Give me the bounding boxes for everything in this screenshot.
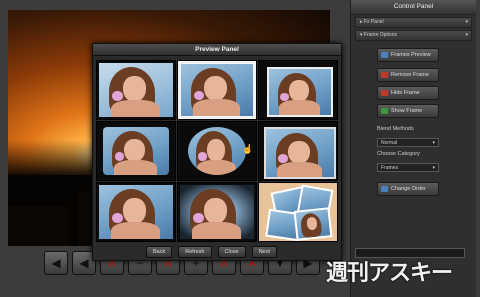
frame-thumbnail[interactable] [177,60,257,120]
chevron-down-icon: ▾ [465,19,468,25]
select-value: Frames [381,165,398,171]
select-value: Normal [381,140,398,146]
change-order-button[interactable]: Change Order [377,182,439,196]
frame-thumbnail[interactable] [177,182,257,242]
hide-icon [381,90,388,96]
frame-thumbnail[interactable] [96,60,176,120]
preview-panel-buttons: Back Refresh Close Next [146,246,277,258]
frame-thumbnail-selected[interactable] [258,182,338,242]
remove-frame-button[interactable]: Remove Frame [377,68,439,82]
next-button[interactable]: Next [251,246,277,258]
control-panel-title: Control Panel [351,0,476,15]
change-order-icon [381,186,388,192]
hide-frame-button[interactable]: Hide Frame [377,86,439,100]
blend-methods-label: Blend Methods [377,126,414,132]
remove-icon [381,72,388,78]
frame-thumbnail[interactable] [258,121,338,181]
button-label: Hide Frame [391,90,420,96]
choose-category-label: Choose Category [377,151,420,157]
frame-thumbnail[interactable] [96,121,176,181]
frames-preview-button[interactable]: Frames Preview [377,48,439,62]
close-button[interactable]: Close [217,246,246,258]
frames-preview-icon [381,52,388,58]
control-panel: Control Panel ▸ Fx Panel ▾ ▾ Frame Optio… [350,0,476,297]
frame-thumbnail[interactable] [96,182,176,242]
refresh-button[interactable]: Refresh [178,246,212,258]
accordion-label: Frame Options [363,32,397,38]
button-label: Show Frame [391,108,423,114]
button-label: Remove Frame [391,72,429,78]
blend-methods-select[interactable]: Normal ▾ [377,138,439,147]
choose-category-select[interactable]: Frames ▾ [377,163,439,172]
arrow-left-icon[interactable]: ◀ [44,251,68,275]
preview-panel-dialog: Preview Panel ☝ Back Refresh Close Next [92,43,342,261]
accordion-label: Fx Panel [363,19,384,25]
cursor-icon: ☝ [242,144,254,154]
watermark-logo: 週刊アスキー [326,261,453,286]
show-frame-button[interactable]: Show Frame [377,104,439,118]
chevron-down-icon: ▾ [432,140,435,146]
button-label: Change Order [391,186,426,192]
preview-panel-title: Preview Panel [93,44,341,56]
show-icon [381,108,388,114]
chevron-down-icon: ▾ [465,32,468,38]
back-button[interactable]: Back [146,246,173,258]
accordion-frame-options[interactable]: ▾ Frame Options ▾ [355,30,472,41]
frame-thumbnail[interactable]: ☝ [177,121,257,181]
chevron-down-icon: ▾ [432,165,435,171]
button-label: Frames Preview [391,52,431,58]
accordion-fx-panel[interactable]: ▸ Fx Panel ▾ [355,17,472,28]
frame-thumbnail[interactable] [258,60,338,120]
